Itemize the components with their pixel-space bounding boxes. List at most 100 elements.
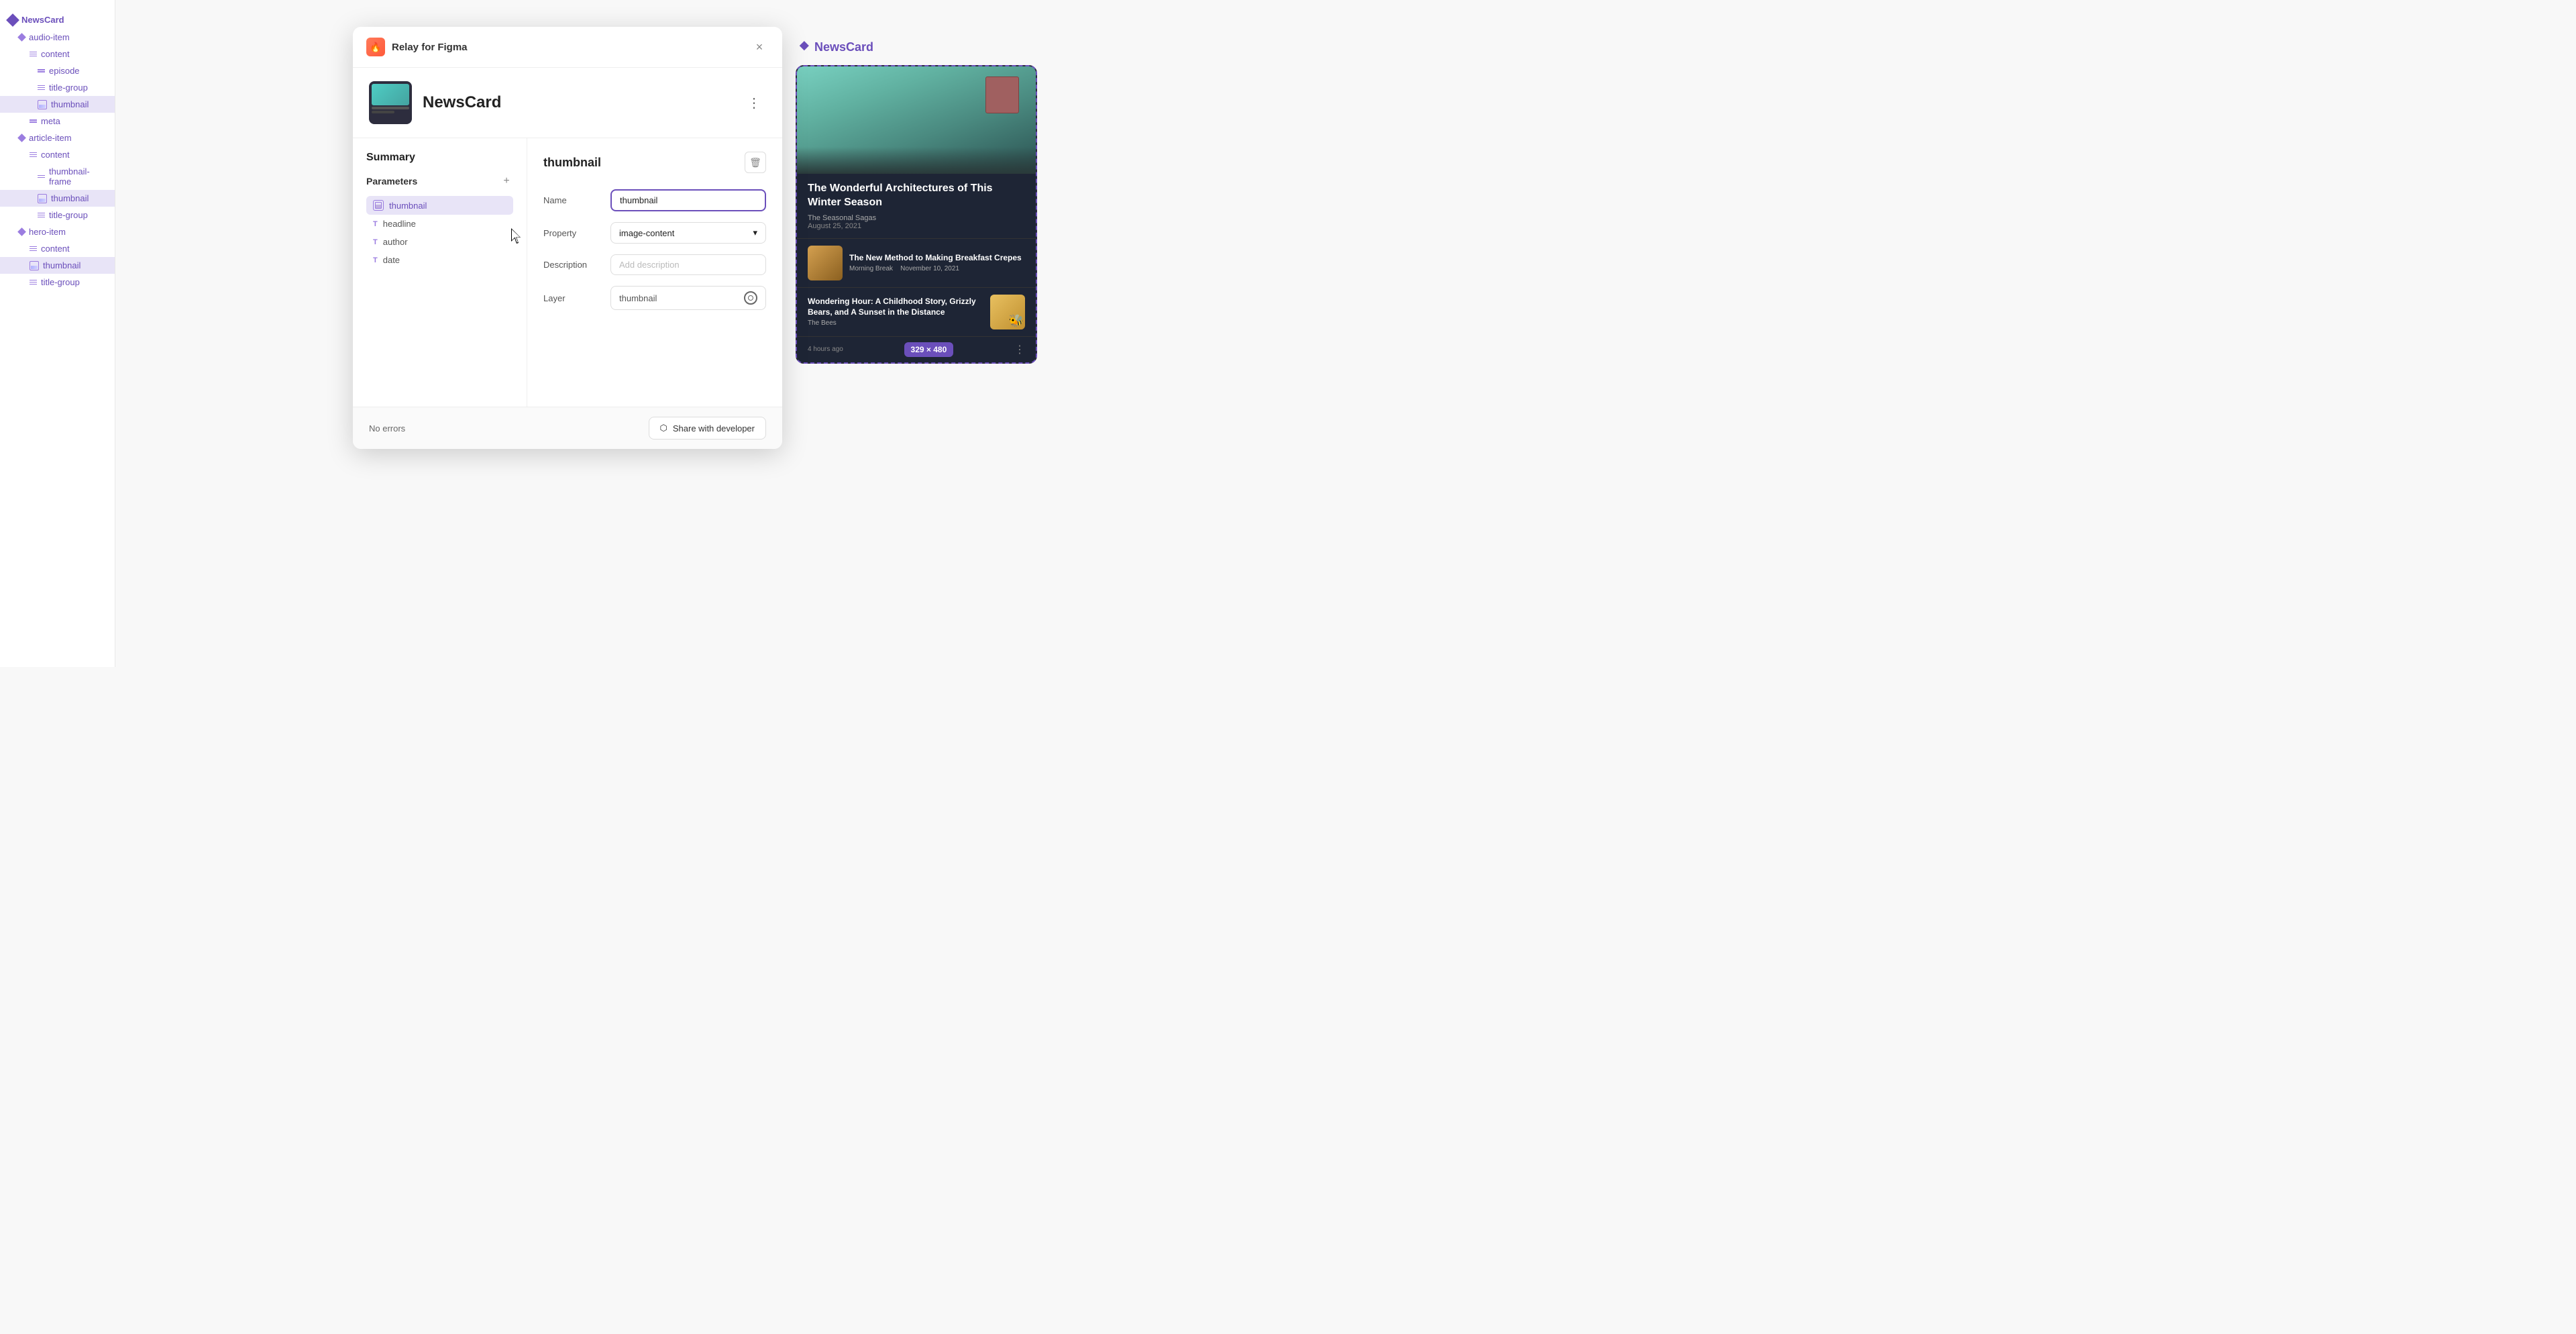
comp-thumb-image [372, 84, 409, 105]
sidebar-item-label: article-item [29, 133, 72, 143]
modal-close-button[interactable]: × [750, 38, 769, 56]
diamond-icon [17, 227, 26, 236]
card-2-image [990, 295, 1025, 329]
param-item-thumbnail[interactable]: thumbnail [366, 196, 513, 215]
sidebar: NewsCard audio-item content episode titl… [0, 0, 115, 667]
comp-thumb-line-short [372, 111, 394, 113]
param-item-headline[interactable]: T headline [366, 215, 513, 233]
modal-dialog: 🔥 Relay for Figma × NewsCard ⋮ Summa [353, 27, 782, 449]
param-image-icon [373, 200, 384, 211]
layer-select[interactable]: thumbnail [610, 286, 766, 310]
name-input[interactable] [610, 189, 766, 211]
sidebar-item-label: thumbnail [51, 193, 89, 203]
param-item-date[interactable]: T date [366, 251, 513, 269]
preview-footer: 4 hours ago 329 × 480 ⋮ [797, 336, 1036, 362]
sidebar-item-label: thumbnail-frame [49, 166, 107, 187]
diamond-icon [17, 33, 26, 42]
sidebar-root-newscard[interactable]: NewsCard [0, 11, 115, 29]
sidebar-item-thumbnail-3[interactable]: thumbnail [0, 257, 115, 274]
modal-right-header: thumbnail 🗑 [543, 152, 766, 173]
sidebar-item-label: meta [41, 116, 60, 126]
lines-icon [30, 52, 37, 57]
modal-left-panel: Summary Parameters + thumbnail T headlin [353, 138, 527, 407]
description-field-row: Description Add description [543, 254, 766, 275]
newscard-preview: The Wonderful Architectures of This Wint… [796, 65, 1037, 364]
resize-handle-bl[interactable] [797, 167, 804, 174]
sidebar-item-episode[interactable]: episode [0, 62, 115, 79]
sidebar-item-content-2[interactable]: content [0, 146, 115, 163]
sidebar-item-meta[interactable]: meta [0, 113, 115, 130]
component-name: NewsCard [423, 93, 501, 112]
delete-parameter-button[interactable]: 🗑 [745, 152, 766, 173]
lines-icon [30, 152, 37, 158]
sidebar-item-thumbnail-1[interactable]: thumbnail [0, 96, 115, 113]
component-thumbnail [369, 81, 412, 124]
sidebar-item-audio-item[interactable]: audio-item [0, 29, 115, 46]
sidebar-item-label: audio-item [29, 32, 70, 42]
diamond-icon [6, 13, 19, 27]
card-2-text: Wondering Hour: A Childhood Story, Grizz… [808, 297, 983, 327]
hero-source: The Seasonal Sagas [808, 214, 1025, 222]
sidebar-item-title-group[interactable]: title-group [0, 79, 115, 96]
params-header: Parameters + [366, 174, 513, 188]
property-label: Property [543, 228, 610, 238]
sidebar-item-label: title-group [41, 277, 80, 287]
property-select[interactable]: image-content ▾ [610, 222, 766, 244]
building-window [985, 76, 1019, 113]
layer-value: thumbnail [619, 293, 657, 303]
preview-more-button[interactable]: ⋮ [1014, 343, 1025, 356]
sidebar-item-label: content [41, 244, 70, 254]
sidebar-item-article-item[interactable]: article-item [0, 130, 115, 146]
more-options-button[interactable]: ⋮ [742, 92, 766, 114]
sidebar-item-label: thumbnail [43, 260, 80, 270]
preview-panel: NewsCard The Wonderful Architectures of … [782, 27, 1051, 377]
preview-title-text: NewsCard [814, 40, 873, 54]
relay-icon: 🔥 [366, 38, 385, 56]
name-label: Name [543, 195, 610, 205]
target-icon[interactable] [744, 291, 757, 305]
card-2-headline: Wondering Hour: A Childhood Story, Grizz… [808, 297, 983, 317]
param-label: thumbnail [389, 201, 427, 211]
layer-label: Layer [543, 293, 610, 303]
name-field-row: Name [543, 189, 766, 211]
component-header: NewsCard ⋮ [353, 68, 782, 138]
param-label: author [383, 237, 408, 247]
hero-headline: The Wonderful Architectures of This Wint… [808, 182, 1025, 210]
sidebar-item-content-3[interactable]: content [0, 240, 115, 257]
layer-field-row: Layer thumbnail [543, 286, 766, 310]
sidebar-item-content[interactable]: content [0, 46, 115, 62]
card-2: Wondering Hour: A Childhood Story, Grizz… [797, 287, 1036, 336]
param-item-author[interactable]: T author [366, 233, 513, 251]
summary-title: Summary [366, 152, 513, 164]
sidebar-item-label: episode [49, 66, 80, 76]
comp-thumb-line [372, 107, 409, 109]
description-input[interactable]: Add description [610, 254, 766, 275]
image-icon [30, 261, 39, 270]
lines-icon [38, 213, 45, 218]
add-parameter-button[interactable]: + [500, 174, 513, 188]
share-button[interactable]: ⬡ Share with developer [649, 417, 767, 440]
sidebar-item-title-group-2[interactable]: title-group [0, 207, 115, 223]
main-content: 🔥 Relay for Figma × NewsCard ⋮ Summa [115, 0, 1288, 667]
resize-handle-br[interactable] [1029, 167, 1036, 174]
sidebar-root-label: NewsCard [21, 15, 64, 25]
sidebar-item-thumbnail-2[interactable]: thumbnail [0, 190, 115, 207]
share-label: Share with developer [673, 423, 755, 433]
lines-icon [30, 246, 37, 252]
param-text-icon: T [373, 220, 378, 228]
share-icon: ⬡ [660, 423, 667, 433]
no-errors-label: No errors [369, 423, 405, 433]
preview-title: NewsCard [796, 40, 1037, 54]
lines-icon [38, 85, 45, 91]
sidebar-item-title-group-3[interactable]: title-group [0, 274, 115, 291]
modal-footer: No errors ⬡ Share with developer [353, 407, 782, 449]
card-1: The New Method to Making Breakfast Crepe… [797, 238, 1036, 287]
sidebar-item-thumbnail-frame[interactable]: thumbnail-frame [0, 163, 115, 190]
property-field-row: Property image-content ▾ [543, 222, 766, 244]
modal-app-title: Relay for Figma [392, 42, 468, 53]
hero-section: The Wonderful Architectures of This Wint… [797, 66, 1036, 238]
description-label: Description [543, 260, 610, 270]
sidebar-item-hero-item[interactable]: hero-item [0, 223, 115, 240]
card-1-source: Morning Break [849, 265, 893, 272]
param-label: date [383, 255, 400, 265]
